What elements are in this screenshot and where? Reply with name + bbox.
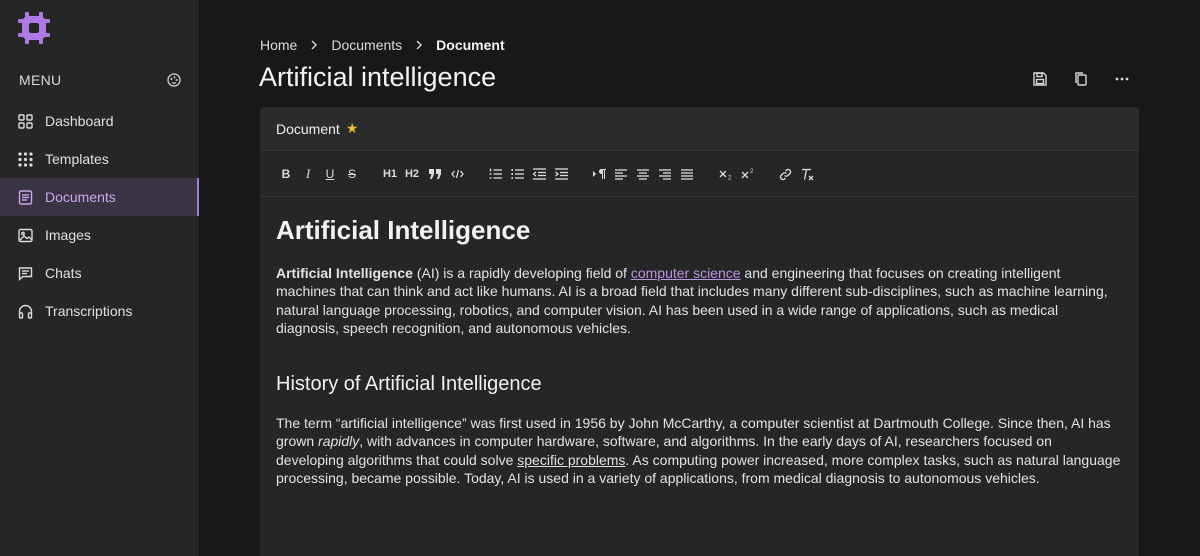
italic-text: rapidly — [318, 433, 360, 450]
more-horizontal-icon[interactable] — [1113, 70, 1131, 88]
outdent-icon[interactable] — [532, 166, 546, 182]
menu-header: MENU — [19, 70, 181, 90]
align-center-icon[interactable] — [636, 166, 650, 182]
align-justify-icon[interactable] — [680, 166, 694, 182]
document-header: Document ★ — [260, 107, 1139, 151]
superscript-icon[interactable]: 2 — [740, 166, 756, 182]
dots-grid-icon — [18, 151, 33, 167]
sidebar: MENU Dashboard Templates Documents Image… — [0, 0, 199, 556]
sidebar-item-transcriptions[interactable]: Transcriptions — [0, 292, 199, 330]
sidebar-item-label: Templates — [45, 151, 109, 167]
sidebar-item-label: Chats — [45, 265, 82, 281]
copy-icon[interactable] — [1072, 70, 1090, 88]
document-editor: Document ★ B I U S H1 H2 2 2 Artificial … — [260, 107, 1139, 556]
sidebar-nav: Dashboard Templates Documents Images Cha… — [0, 102, 199, 330]
palette-icon[interactable] — [167, 73, 181, 87]
breadcrumb-current: Document — [436, 37, 505, 53]
link-icon[interactable] — [778, 166, 792, 182]
computer-science-link[interactable]: computer science — [631, 265, 741, 281]
star-icon[interactable]: ★ — [346, 120, 359, 137]
editor-toolbar: B I U S H1 H2 2 2 — [260, 151, 1139, 197]
content-paragraph: Artificial Intelligence (AI) is a rapidl… — [276, 265, 1108, 336]
content-heading: Artificial Intelligence — [276, 215, 531, 245]
bold-text: Artificial Intelligence — [276, 265, 413, 281]
svg-text:2: 2 — [750, 169, 754, 175]
sidebar-item-templates[interactable]: Templates — [0, 140, 199, 178]
quote-icon[interactable] — [428, 166, 442, 182]
indent-icon[interactable] — [554, 166, 568, 182]
ordered-list-icon[interactable] — [488, 166, 502, 182]
breadcrumb-home[interactable]: Home — [260, 37, 297, 53]
underlined-text: specific problems — [517, 451, 626, 468]
clear-format-icon[interactable] — [800, 166, 814, 182]
bullet-list-icon[interactable] — [510, 166, 524, 182]
sidebar-item-label: Documents — [45, 189, 116, 205]
document-icon — [18, 189, 33, 205]
heading1-button[interactable]: H1 — [382, 166, 398, 182]
document-content[interactable]: Artificial Intelligence Artificial Intel… — [260, 197, 1139, 487]
chevron-right-icon — [310, 40, 318, 50]
headphones-icon — [18, 304, 33, 319]
image-icon — [18, 228, 33, 243]
page-title: Artificial intelligence — [259, 62, 497, 92]
page-actions — [1031, 70, 1154, 88]
sidebar-item-images[interactable]: Images — [0, 216, 199, 254]
sidebar-item-label: Dashboard — [45, 113, 114, 129]
content-paragraph: The term “artificial intelligence” was f… — [276, 415, 1121, 487]
code-icon[interactable] — [450, 166, 464, 182]
align-left-icon[interactable] — [614, 166, 628, 182]
paragraph-icon[interactable] — [592, 166, 606, 182]
svg-text:2: 2 — [728, 176, 732, 181]
content-subheading: History of Artificial Intelligence — [276, 373, 542, 396]
breadcrumb: Home Documents Document — [260, 36, 505, 54]
sidebar-item-chats[interactable]: Chats — [0, 254, 199, 292]
menu-title: MENU — [19, 72, 62, 88]
sidebar-item-label: Images — [45, 227, 91, 243]
sidebar-item-documents[interactable]: Documents — [0, 178, 199, 216]
align-right-icon[interactable] — [658, 166, 672, 182]
strikethrough-button[interactable]: S — [346, 166, 358, 182]
underline-button[interactable]: U — [324, 166, 336, 182]
sidebar-item-label: Transcriptions — [45, 303, 133, 319]
chevron-right-icon — [415, 40, 423, 50]
italic-button[interactable]: I — [302, 166, 314, 182]
document-label: Document — [276, 120, 340, 137]
sidebar-item-dashboard[interactable]: Dashboard — [0, 102, 199, 140]
logo-chip-icon[interactable] — [17, 11, 51, 45]
breadcrumb-documents[interactable]: Documents — [331, 37, 402, 53]
save-icon[interactable] — [1031, 70, 1049, 88]
bold-button[interactable]: B — [280, 166, 292, 182]
grid-icon — [18, 113, 33, 129]
heading2-button[interactable]: H2 — [404, 166, 420, 182]
chat-icon — [18, 266, 33, 281]
subscript-icon[interactable]: 2 — [718, 166, 734, 182]
